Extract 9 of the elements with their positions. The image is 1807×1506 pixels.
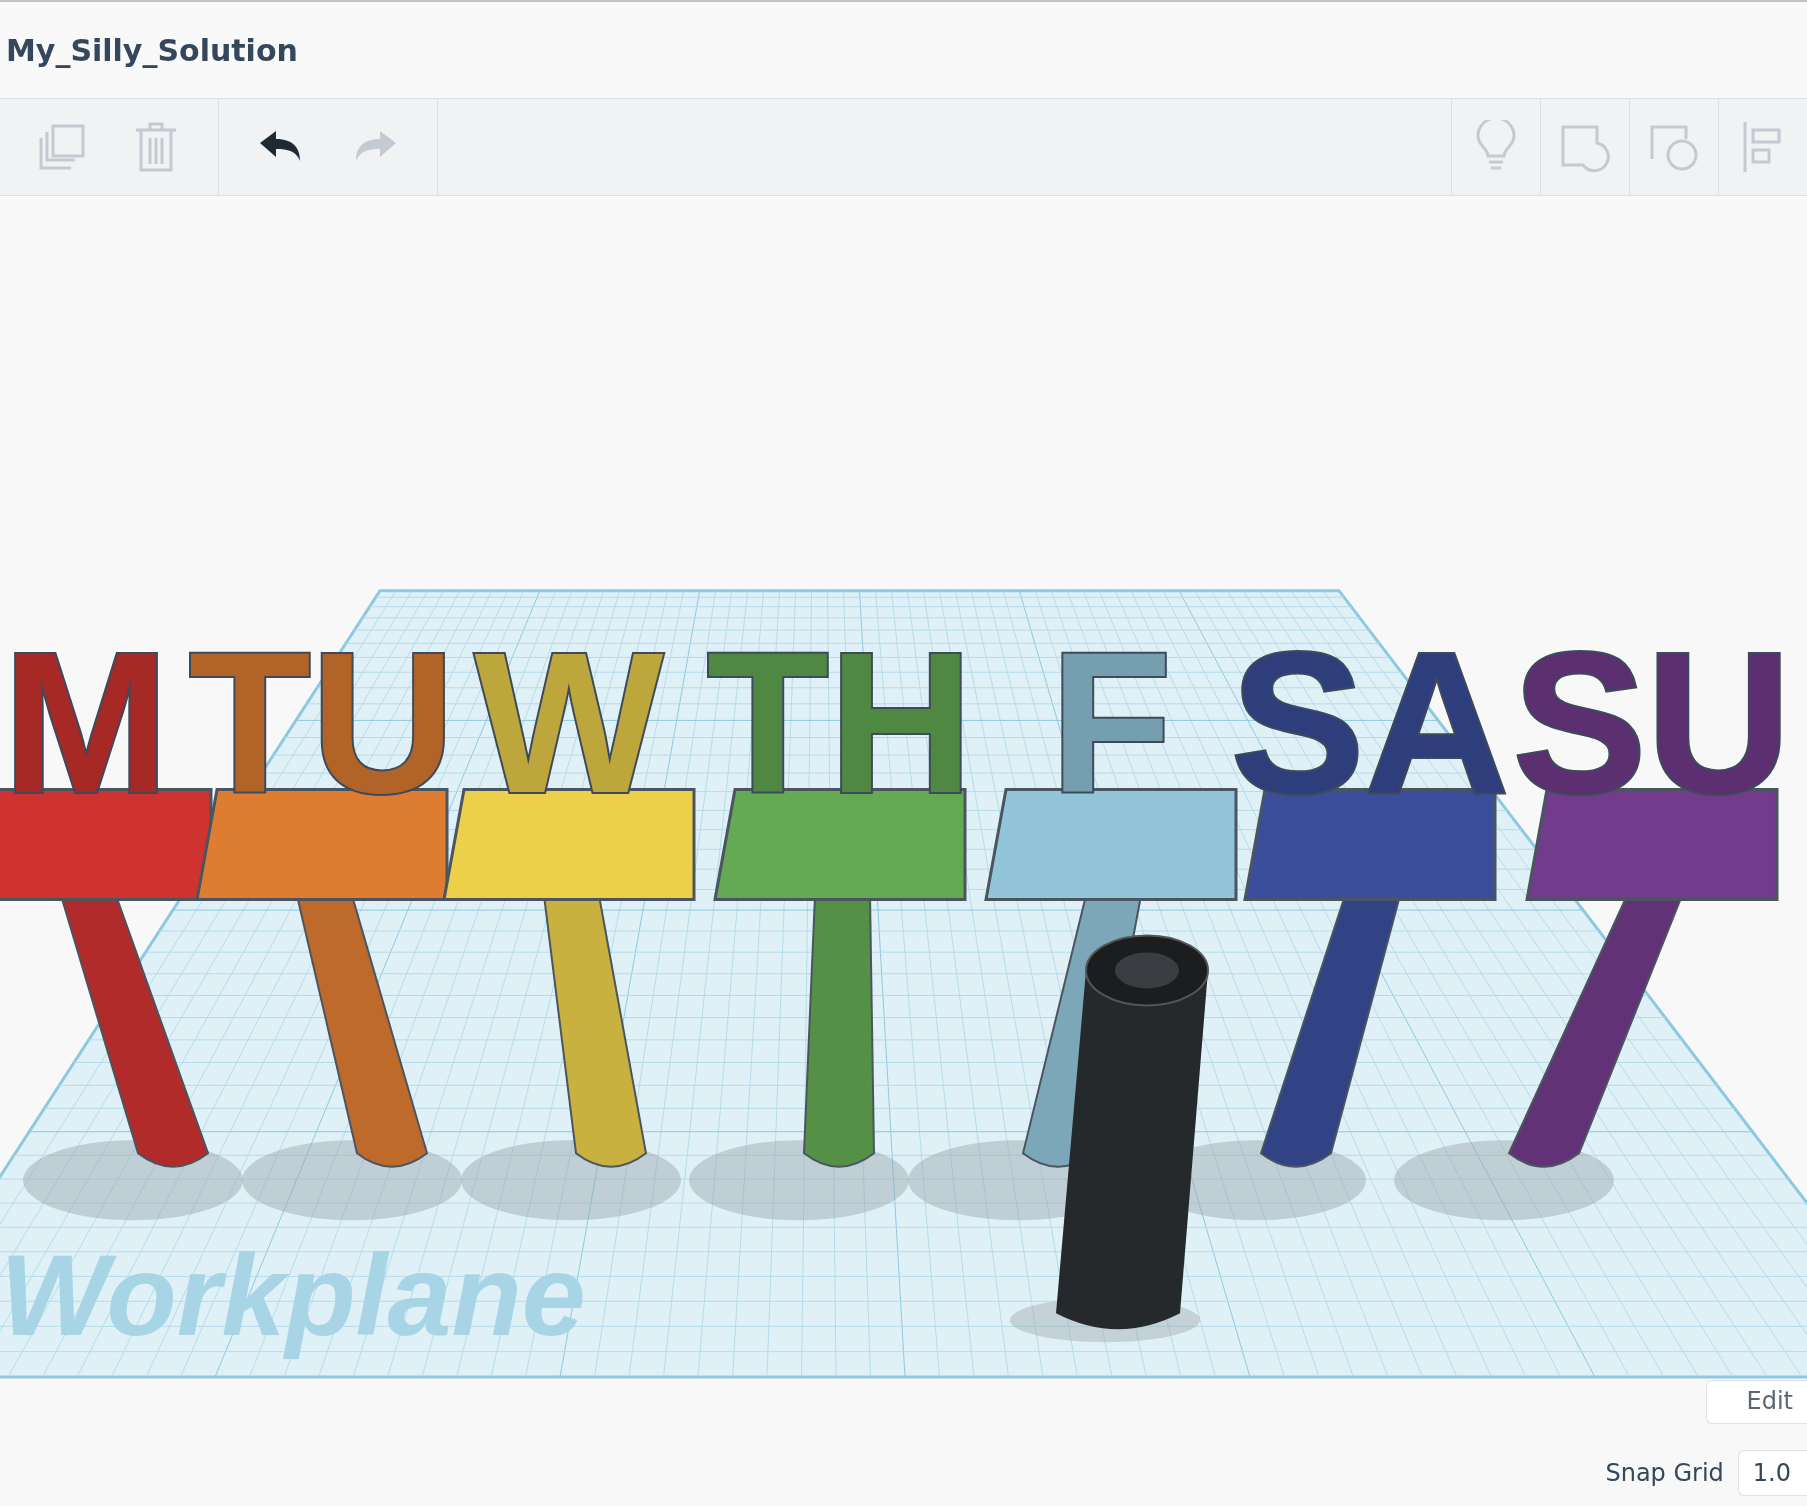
- trash-icon: [133, 120, 179, 174]
- letter-model-drawing[interactable]: SA: [1231, 610, 1509, 1168]
- project-title[interactable]: My_Silly_Solution: [6, 32, 298, 68]
- snap-grid-label: Snap Grid: [1605, 1459, 1724, 1487]
- letter-model-drawing[interactable]: TH: [706, 610, 974, 1168]
- snap-grid-dropdown[interactable]: 1.0: [1737, 1450, 1807, 1496]
- edit-grid-button[interactable]: Edit: [1705, 1380, 1807, 1424]
- letter-model-drawing[interactable]: SU: [1508, 610, 1791, 1168]
- tube-cylinder-drawing[interactable]: [1010, 934, 1209, 1343]
